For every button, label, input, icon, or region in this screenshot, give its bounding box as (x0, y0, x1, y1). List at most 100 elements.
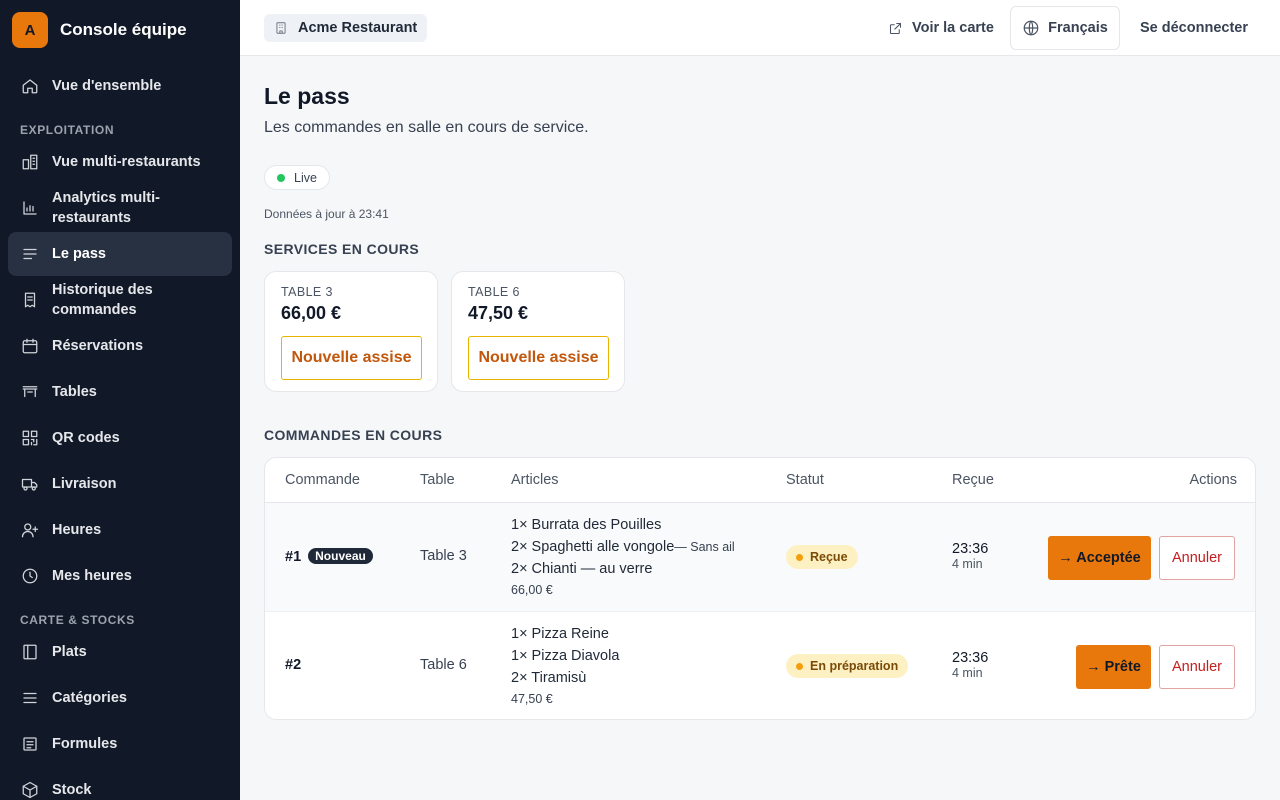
view-menu-link[interactable]: Voir la carte (888, 0, 994, 56)
header-status: Statut (786, 472, 824, 488)
service-table: TABLE 3 (281, 285, 333, 299)
order-item: 2× Chianti — au verre (511, 561, 653, 577)
cancel-order-button[interactable]: Annuler (1159, 536, 1235, 580)
menu-icon (20, 688, 40, 708)
header-table: Table (420, 472, 455, 488)
orders-table: Commande Table Articles Statut Reçue Act… (264, 457, 1256, 720)
sidebar-item-mes-heures[interactable]: Mes heures (8, 556, 232, 596)
order-status-cell: En préparation (786, 654, 909, 678)
sidebar-item-analytics[interactable]: Analytics multi-restaurants (8, 188, 232, 228)
sidebar-item-label: Catégories (52, 690, 127, 706)
sidebar-item-plats[interactable]: Plats (8, 632, 232, 672)
service-amount: 47,50 € (468, 303, 529, 323)
received-ago: 4 min (952, 557, 983, 571)
order-received-cell: 23:36 4 min (952, 650, 988, 680)
order-item: 1× Burrata des Pouilles (511, 517, 662, 533)
view-menu-label: Voir la carte (912, 20, 994, 36)
clock-icon (20, 566, 40, 586)
document-icon (20, 734, 40, 754)
sidebar-item-label: Mes heures (52, 568, 132, 584)
new-seating-button[interactable]: Nouvelle assise (468, 336, 609, 380)
sidebar-item-label: Le pass (52, 246, 106, 262)
sidebar-item-heures[interactable]: Heures (8, 510, 232, 550)
table-row: #1 Nouveau Table 3 1× Burrata des Pouille… (265, 503, 1255, 612)
sidebar-item-formules[interactable]: Formules (8, 724, 232, 764)
order-item-line: 2× Spaghetti alle vongole— Sans ail (511, 536, 735, 558)
service-card: TABLE 6 47,50 € Nouvelle assise (451, 271, 625, 392)
order-item: 1× Pizza Diavola (511, 648, 620, 664)
sidebar: A Console équipe Vue d'ensemble EXPLOITA… (0, 0, 240, 800)
sidebar-item-reservations[interactable]: Réservations (8, 326, 232, 366)
sidebar-item-le-pass[interactable]: Le pass (8, 232, 232, 276)
sidebar-item-label: Stock (52, 782, 92, 798)
section-title-carte-stocks: CARTE & STOCKS (20, 613, 135, 627)
brand-name: Console équipe (60, 20, 187, 39)
order-items: 1× Burrata des Pouilles 2× Spaghetti all… (511, 514, 735, 600)
table-header: Commande Table Articles Statut Reçue Act… (265, 458, 1255, 503)
sidebar-item-label: Formules (52, 736, 118, 752)
cancel-order-button[interactable]: Annuler (1159, 645, 1235, 689)
list-icon (20, 244, 40, 264)
sidebar-item-overview[interactable]: Vue d'ensemble (8, 66, 232, 106)
restaurant-selector[interactable]: Acme Restaurant (264, 14, 428, 42)
truck-icon (20, 474, 40, 494)
advance-status-button[interactable]: → Acceptée (1048, 536, 1151, 580)
order-item: 2× Spaghetti alle vongole (511, 539, 675, 555)
status-label: Reçue (810, 550, 848, 564)
order-table: Table 6 (420, 657, 467, 673)
sidebar-item-label: Historique des commandes (52, 282, 153, 318)
logout-label: Se déconnecter (1140, 20, 1248, 36)
table-row: #2 Table 6 1× Pizza Reine 1× Pizza Diavo… (265, 612, 1255, 719)
order-table: Table 3 (420, 548, 467, 564)
sidebar-item-categories[interactable]: Catégories (8, 678, 232, 718)
header-actions: Actions (1189, 472, 1237, 488)
logout-button[interactable]: Se déconnecter (1140, 0, 1248, 56)
sidebar-item-tables[interactable]: Tables (8, 372, 232, 412)
order-item: 2× Tiramisù (511, 670, 587, 686)
qr-code-icon (20, 428, 40, 448)
brand[interactable]: A Console équipe (0, 0, 240, 60)
live-dot-icon (277, 173, 285, 182)
book-icon (20, 642, 40, 662)
status-dot-icon (796, 662, 803, 670)
globe-icon (1023, 20, 1039, 36)
table-icon (20, 382, 40, 402)
building-icon (276, 22, 286, 34)
advance-status-button[interactable]: → Prête (1076, 645, 1151, 689)
status-label: En préparation (810, 659, 899, 673)
calendar-icon (20, 336, 40, 356)
section-title-exploitation: EXPLOITATION (20, 123, 115, 137)
receipt-icon (20, 290, 40, 310)
sidebar-item-label: Plats (52, 644, 87, 660)
order-total: 66,00 € (511, 583, 553, 597)
live-label: Live (294, 170, 317, 185)
buildings-icon (20, 152, 40, 172)
sidebar-item-multi-restaurants[interactable]: Vue multi-restaurants (8, 142, 232, 182)
sidebar-item-qr-codes[interactable]: QR codes (8, 418, 232, 458)
sidebar-item-label: Livraison (52, 476, 117, 492)
service-card: TABLE 3 66,00 € Nouvelle assise (264, 271, 438, 392)
sidebar-item-label: QR codes (52, 430, 120, 446)
received-time: 23:36 (952, 541, 989, 557)
order-received-cell: 23:36 4 min (952, 541, 988, 571)
new-seating-button[interactable]: Nouvelle assise (281, 336, 422, 380)
received-ago: 4 min (952, 666, 983, 680)
sidebar-item-stock[interactable]: Stock (8, 770, 232, 800)
sidebar-item-label: Analytics multi-restaurants (52, 190, 160, 226)
language-selector[interactable]: Français (1010, 6, 1120, 50)
services-section-title: SERVICES EN COURS (264, 241, 420, 257)
status-badge: En préparation (786, 654, 909, 678)
sidebar-item-livraison[interactable]: Livraison (8, 464, 232, 504)
user-plus-icon (20, 520, 40, 540)
brand-logo: A (12, 12, 48, 48)
topbar: Acme Restaurant Voir la carte Français S… (240, 0, 1280, 56)
received-time: 23:36 (952, 650, 989, 666)
order-number: #2 (285, 657, 302, 673)
main-content: Le pass Les commandes en salle en cours … (240, 56, 1280, 800)
order-number: #1 (285, 549, 302, 565)
language-label: Français (1048, 20, 1108, 36)
live-badge: Live (264, 165, 330, 190)
sidebar-item-historique[interactable]: Historique des commandes (8, 280, 232, 320)
order-total: 47,50 € (511, 692, 553, 706)
new-badge: Nouveau (308, 548, 373, 564)
